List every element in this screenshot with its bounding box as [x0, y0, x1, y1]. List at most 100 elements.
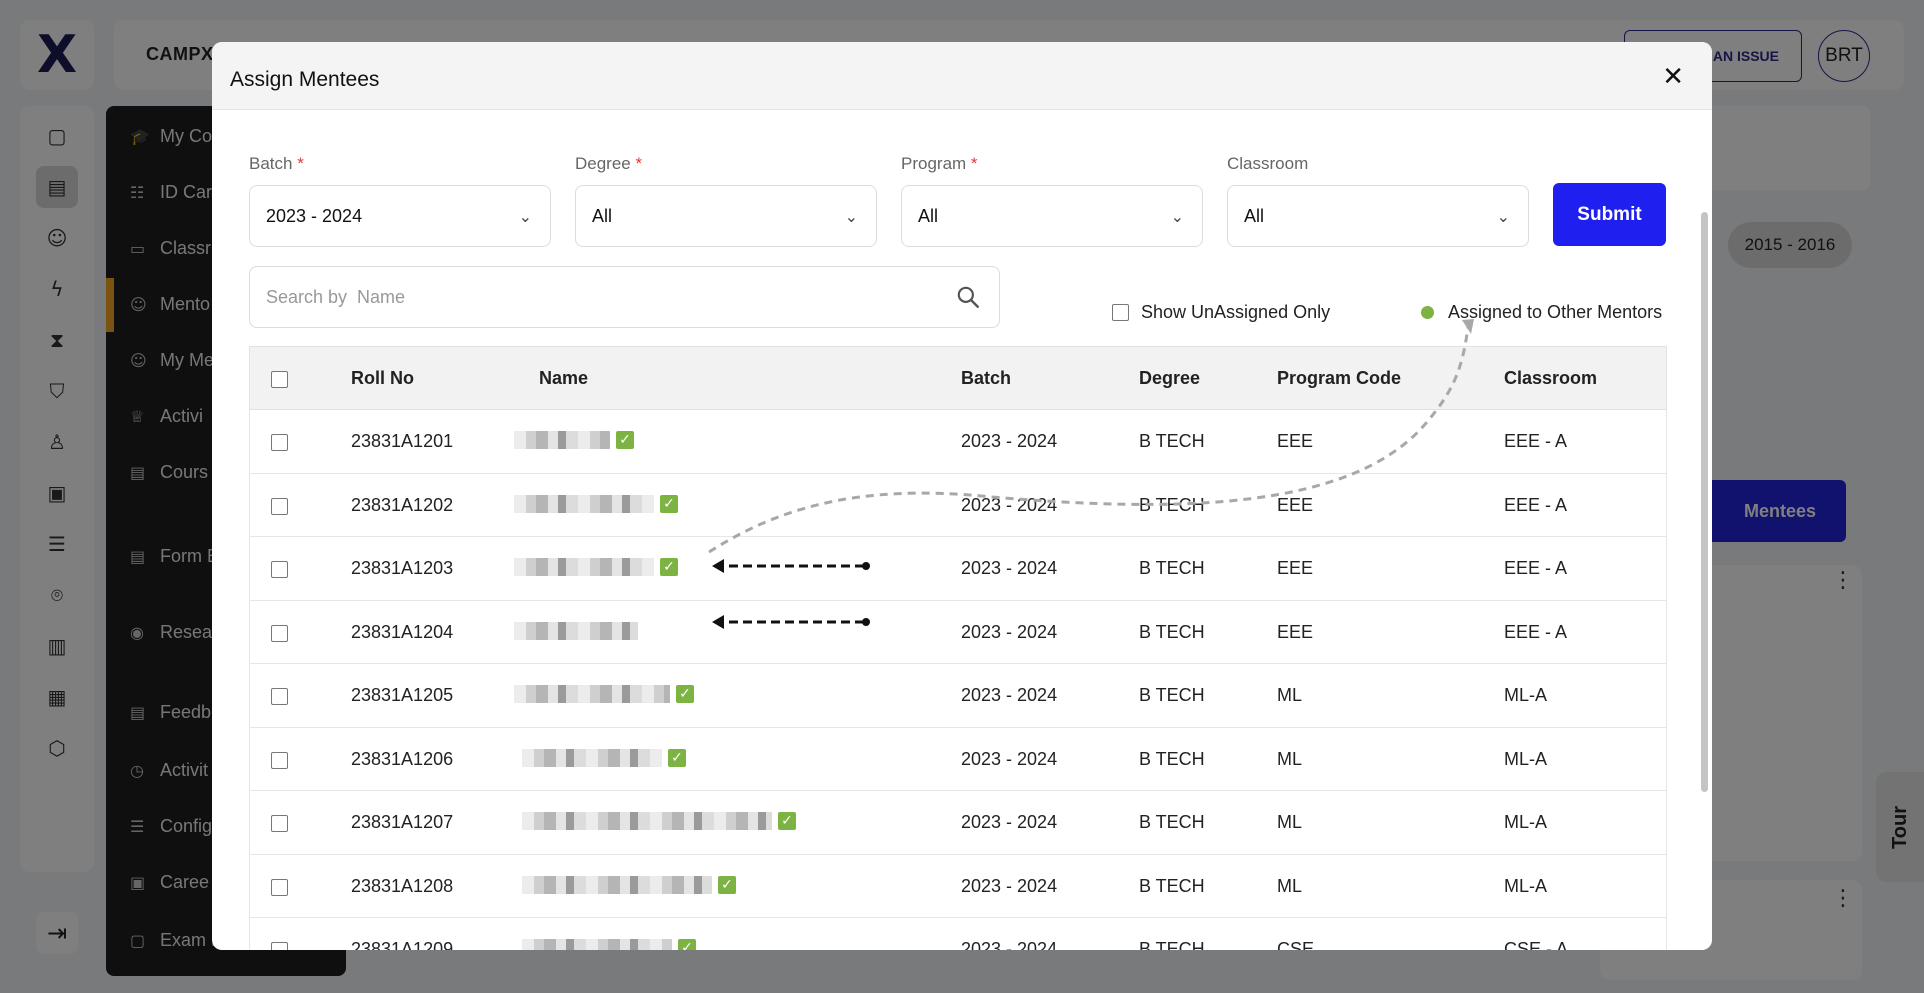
- cell-roll-no: 23831A1209: [351, 939, 454, 950]
- cell-degree: B TECH: [1139, 685, 1205, 705]
- cell-name: ✓: [522, 809, 796, 833]
- green-dot-icon: [1421, 306, 1434, 319]
- cell-classroom: CSE - A: [1504, 939, 1569, 950]
- row-checkbox[interactable]: [271, 561, 288, 578]
- row-checkbox[interactable]: [271, 688, 288, 705]
- cell-name: ✓: [514, 682, 694, 706]
- classroom-value: All: [1244, 205, 1265, 226]
- table-row[interactable]: 23831A1203 ✓ 2023 - 2024 B TECH EEE EEE …: [249, 537, 1667, 601]
- cell-name: ✓: [514, 555, 678, 579]
- row-checkbox[interactable]: [271, 497, 288, 515]
- row-checkbox[interactable]: [271, 942, 288, 950]
- search-icon[interactable]: [955, 284, 981, 310]
- degree-label: Degree *: [575, 154, 642, 174]
- assigned-check-icon: ✓: [678, 939, 696, 950]
- table-row[interactable]: 23831A1204 2023 - 2024 B TECH EEE EEE - …: [249, 600, 1667, 664]
- show-unassigned-checkbox[interactable]: [1112, 304, 1129, 321]
- cell-classroom: ML-A: [1504, 685, 1548, 705]
- assigned-legend: Assigned to Other Mentors: [1421, 302, 1662, 323]
- cell-batch: 2023 - 2024: [961, 875, 1058, 896]
- chevron-down-icon: ⌄: [518, 206, 532, 226]
- cell-batch: 2023 - 2024: [961, 431, 1058, 451]
- cell-name: [514, 619, 638, 643]
- redacted-name: [514, 431, 610, 449]
- table-row[interactable]: 23831A1207 ✓ 2023 - 2024 B TECH ML ML-A: [249, 791, 1667, 855]
- table-row[interactable]: 23831A1208 ✓ 2023 - 2024 B TECH ML ML-A: [249, 854, 1667, 918]
- cell-degree: B TECH: [1139, 875, 1205, 896]
- cell-roll-no: 23831A1201: [351, 431, 454, 451]
- cell-batch: 2023 - 2024: [961, 812, 1058, 832]
- redacted-name: [522, 812, 772, 830]
- row-checkbox[interactable]: [271, 751, 288, 769]
- cell-name: ✓: [514, 428, 634, 452]
- cell-classroom: ML-A: [1504, 875, 1548, 896]
- cell-roll-no: 23831A1203: [351, 558, 454, 578]
- cell-roll-no: 23831A1204: [351, 621, 454, 642]
- chevron-down-icon: ⌄: [1170, 206, 1184, 226]
- cell-program-code: CSE: [1277, 939, 1315, 950]
- search-box: [249, 266, 1000, 328]
- redacted-name: [514, 685, 670, 703]
- degree-label-text: Degree: [575, 154, 631, 173]
- cell-degree: B TECH: [1139, 621, 1205, 642]
- select-all-checkbox[interactable]: [271, 371, 288, 388]
- table-body: 23831A1201 ✓ 2023 - 2024 B TECH EEE EEE …: [249, 410, 1667, 950]
- batch-select[interactable]: 2023 - 2024 ⌄: [249, 185, 551, 247]
- table-row[interactable]: 23831A1201 ✓ 2023 - 2024 B TECH EEE EEE …: [249, 410, 1667, 474]
- cell-degree: B TECH: [1139, 494, 1205, 515]
- assigned-check-icon: ✓: [676, 685, 694, 703]
- submit-button[interactable]: Submit: [1553, 183, 1666, 246]
- degree-select[interactable]: All ⌄: [575, 185, 877, 247]
- row-checkbox[interactable]: [271, 815, 288, 832]
- program-value: All: [918, 205, 939, 226]
- table-row[interactable]: 23831A1209 ✓ 2023 - 2024 B TECH CSE CSE …: [249, 918, 1667, 950]
- table-row[interactable]: 23831A1206 ✓ 2023 - 2024 B TECH ML ML-A: [249, 727, 1667, 791]
- assigned-check-icon: ✓: [660, 558, 678, 576]
- redacted-name: [514, 494, 654, 513]
- cell-degree: B TECH: [1139, 558, 1205, 578]
- header-degree: Degree: [1139, 368, 1201, 388]
- program-select[interactable]: All ⌄: [901, 185, 1203, 247]
- cell-degree: B TECH: [1139, 812, 1205, 832]
- row-checkbox[interactable]: [271, 434, 288, 451]
- batch-label-text: Batch: [249, 154, 293, 173]
- modal-scrollbar[interactable]: [1701, 212, 1708, 792]
- cell-degree: B TECH: [1139, 939, 1205, 950]
- redacted-name: [514, 621, 638, 640]
- close-icon[interactable]: ✕: [1662, 62, 1684, 92]
- cell-classroom: EEE - A: [1504, 558, 1568, 578]
- cell-degree: B TECH: [1139, 431, 1205, 451]
- cell-program-code: ML: [1277, 875, 1303, 896]
- table-header: Roll No Name Batch Degree Program Code C…: [249, 346, 1667, 410]
- table-row[interactable]: 23831A1205 ✓ 2023 - 2024 B TECH ML ML-A: [249, 664, 1667, 728]
- cell-name: ✓: [522, 936, 696, 950]
- cell-roll-no: 23831A1207: [351, 812, 454, 832]
- batch-value: 2023 - 2024: [266, 205, 363, 226]
- header-classroom: Classroom: [1504, 368, 1598, 388]
- program-label: Program *: [901, 154, 978, 174]
- redacted-name: [522, 875, 712, 894]
- search-input[interactable]: [266, 267, 926, 327]
- row-checkbox[interactable]: [271, 624, 288, 642]
- show-unassigned-toggle[interactable]: Show UnAssigned Only: [1112, 302, 1330, 323]
- cell-program-code: EEE: [1277, 431, 1314, 451]
- assigned-check-icon: ✓: [718, 875, 736, 894]
- cell-batch: 2023 - 2024: [961, 621, 1058, 642]
- cell-batch: 2023 - 2024: [961, 748, 1058, 769]
- chevron-down-icon: ⌄: [844, 206, 858, 226]
- row-checkbox[interactable]: [271, 878, 288, 896]
- modal-title: Assign Mentees: [230, 68, 380, 91]
- cell-classroom: EEE - A: [1504, 431, 1568, 451]
- cell-name: ✓: [514, 492, 678, 516]
- chevron-down-icon: ⌄: [1496, 206, 1510, 226]
- program-label-text: Program: [901, 154, 967, 173]
- classroom-label: Classroom: [1227, 154, 1309, 173]
- classroom-select[interactable]: All ⌄: [1227, 185, 1529, 247]
- required-mark: *: [970, 154, 978, 173]
- show-unassigned-label: Show UnAssigned Only: [1141, 302, 1331, 322]
- cell-classroom: ML-A: [1504, 812, 1548, 832]
- table-row[interactable]: 23831A1202 ✓ 2023 - 2024 B TECH EEE EEE …: [249, 473, 1667, 537]
- cell-roll-no: 23831A1208: [351, 875, 454, 896]
- cell-batch: 2023 - 2024: [961, 685, 1058, 705]
- batch-label: Batch *: [249, 154, 304, 174]
